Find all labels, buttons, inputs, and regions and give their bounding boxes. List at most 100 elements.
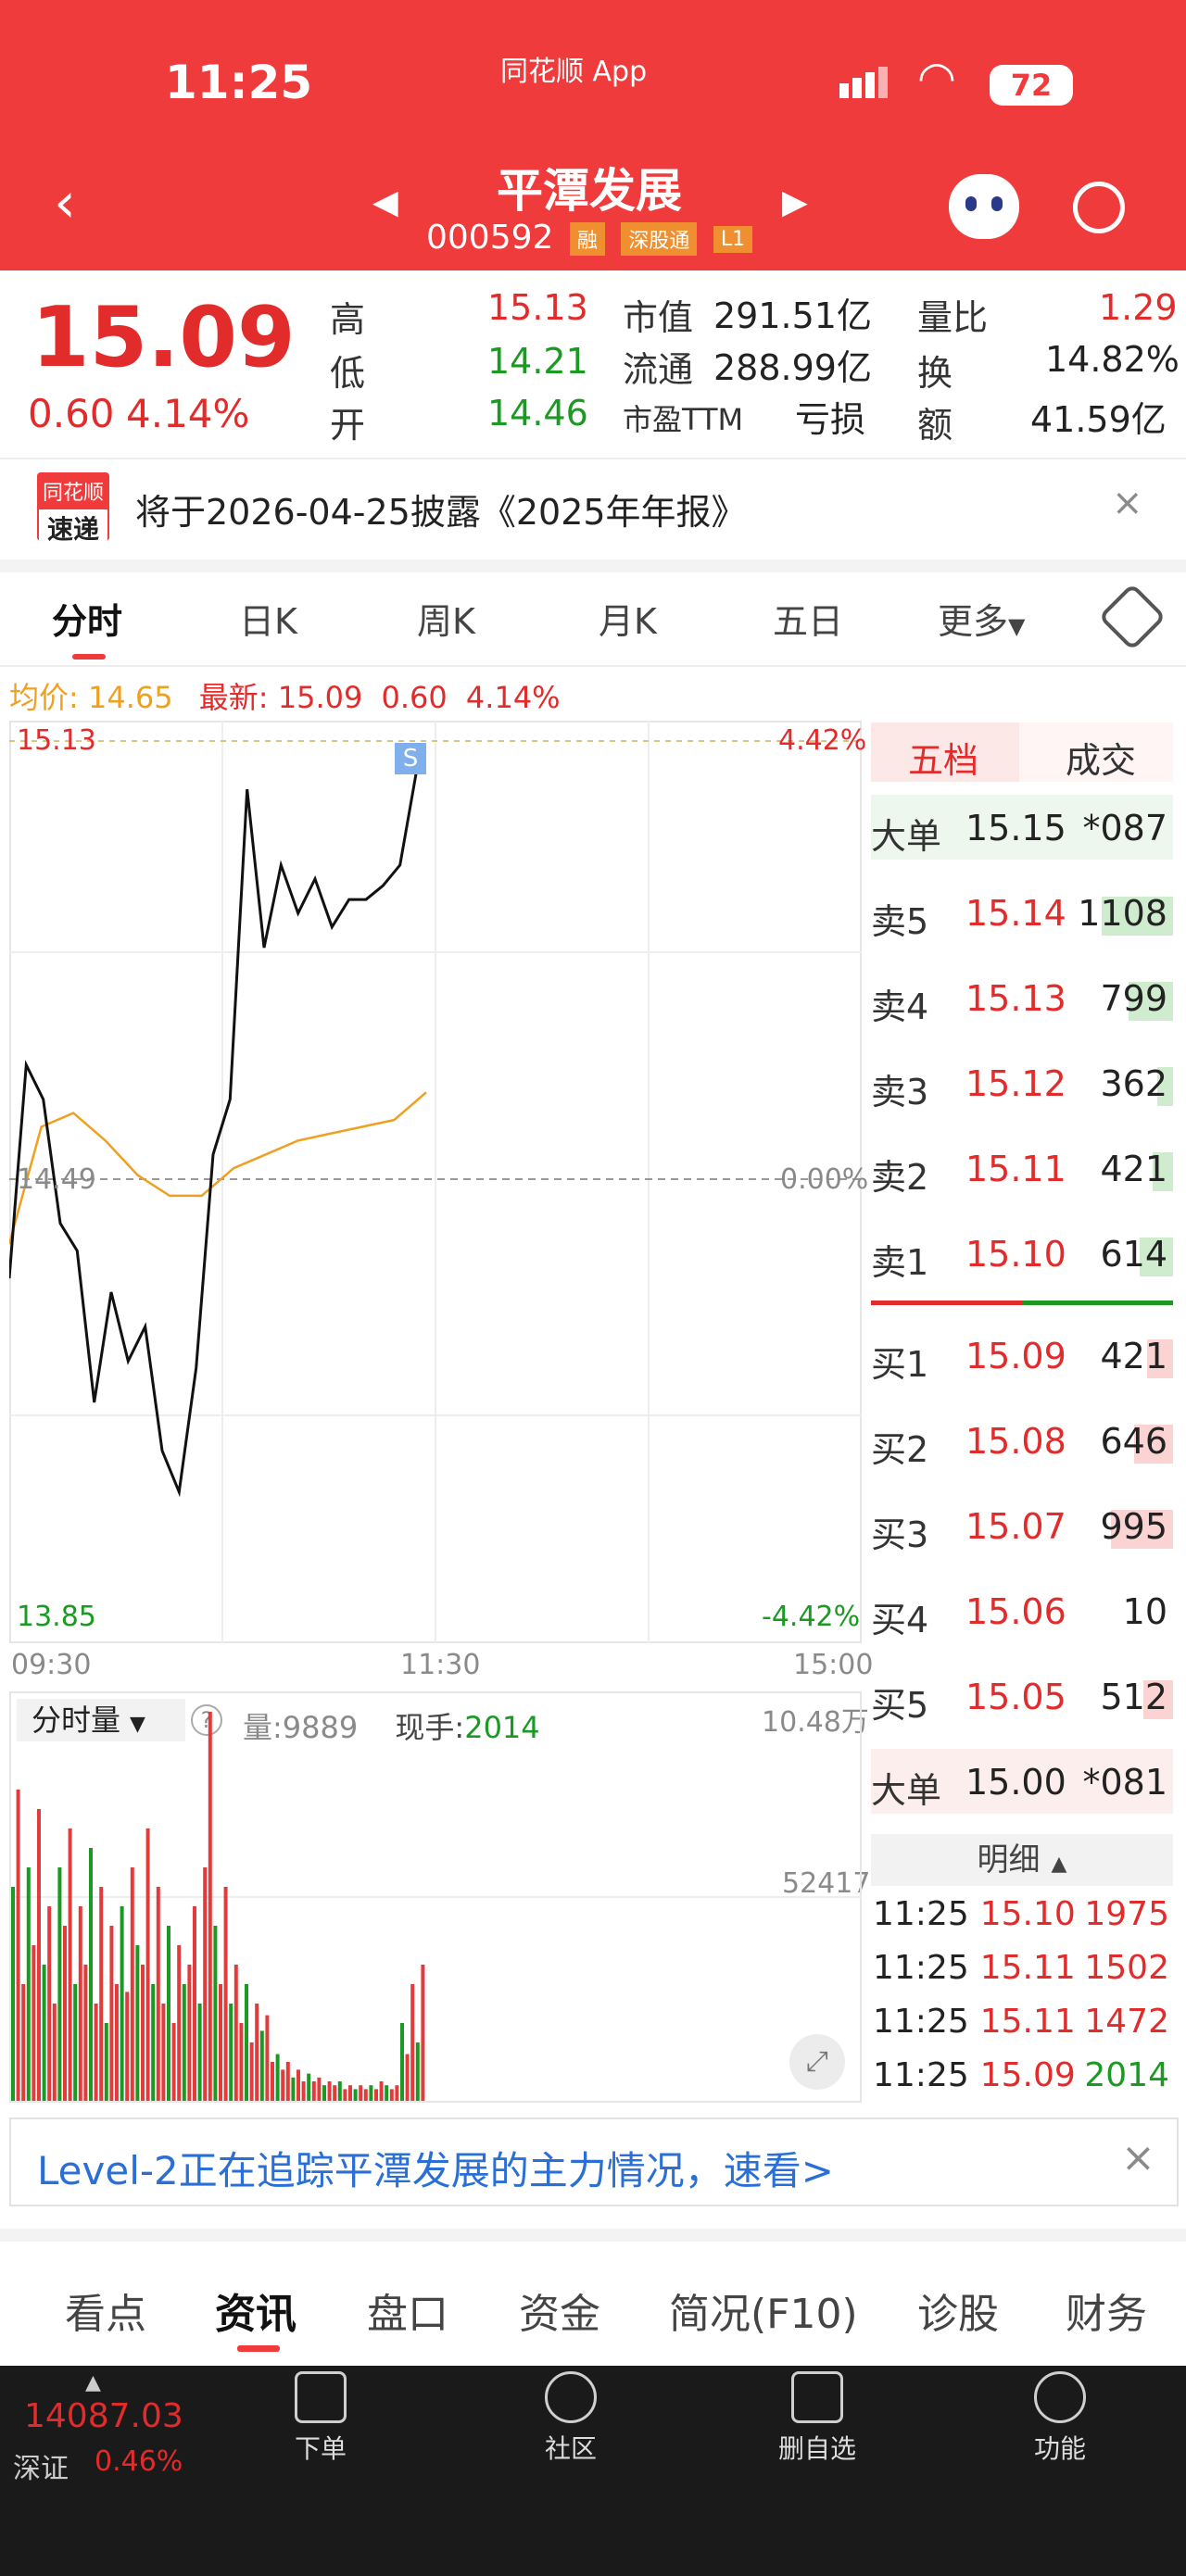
float-value: 288.99亿	[713, 347, 872, 388]
volume-bar	[120, 1906, 124, 2101]
volume-bar	[317, 2077, 322, 2101]
tab-diagnosis[interactable]: 诊股	[917, 2281, 999, 2340]
turnover-value: 14.82%	[1045, 339, 1180, 380]
volume-bar	[239, 2023, 244, 2101]
index-value[interactable]: 14087.03	[24, 2397, 183, 2435]
volume-bar	[26, 1867, 31, 2101]
deal-volume: 1502	[1084, 1949, 1169, 1987]
volume-bar	[400, 2023, 404, 2101]
tab-five-levels[interactable]: 五档	[908, 732, 978, 783]
notice-text[interactable]: 将于2026-04-25披露《2025年年报》	[135, 484, 747, 534]
tab-weekly[interactable]: 周K	[417, 593, 475, 644]
bid-row[interactable]: 买2 15.08 646	[871, 1408, 1173, 1473]
tag-connect: 深股通	[621, 222, 698, 256]
volume-bar	[265, 2015, 270, 2101]
volume-bar	[16, 1790, 20, 2101]
tab-financials[interactable]: 财务	[1066, 2281, 1147, 2340]
close-icon[interactable]: ×	[1112, 482, 1143, 524]
ask-row[interactable]: 卖2 15.11 421	[871, 1136, 1173, 1200]
chevron-up-icon[interactable]: ▲	[85, 2371, 101, 2394]
bid-price: 15.08	[965, 1421, 1066, 1462]
ask-row[interactable]: 卖5 15.14 1108	[871, 880, 1173, 945]
price-line	[9, 768, 419, 1498]
news-logo: 同花顺 速递	[37, 472, 109, 541]
tab-capital[interactable]: 资金	[519, 2281, 600, 2340]
level2-banner[interactable]: Level-2正在追踪平潭发展的主力情况，速看> ×	[9, 2117, 1179, 2206]
ask-price: 15.13	[965, 978, 1066, 1019]
sell-signal-marker[interactable]: S	[395, 743, 426, 774]
volume-bar	[259, 2030, 264, 2101]
stock-code-row: 000592 融 深股通 L1	[426, 219, 753, 257]
bid-label: 买2	[871, 1429, 929, 1470]
deal-row: 11:25 15.11 1472	[873, 2003, 1175, 2041]
ask-price: 15.10	[965, 1234, 1066, 1275]
tab-more[interactable]: 更多▼	[938, 593, 1025, 644]
index-pct: 0.46%	[95, 2445, 183, 2478]
bid-row[interactable]: 买5 15.05 512	[871, 1664, 1173, 1728]
deal-time: 11:25	[873, 1895, 969, 1933]
volume-bar	[203, 1867, 208, 2101]
volume-ratio-label: 量比	[917, 297, 989, 338]
mcap-value: 291.51亿	[713, 295, 872, 336]
intraday-price-chart[interactable]	[9, 721, 862, 1643]
bid-row[interactable]: 买4 15.06 10	[871, 1578, 1173, 1643]
bid-price: 15.05	[965, 1677, 1066, 1717]
tab-orderbook[interactable]: 盘口	[367, 2281, 448, 2340]
y-axis-bottom: 13.85	[17, 1601, 96, 1633]
fullscreen-icon[interactable]: ⤢	[789, 2034, 845, 2090]
next-stock-icon[interactable]: ▶	[782, 183, 808, 221]
volume-bar	[57, 1867, 62, 2101]
tab-five-day[interactable]: 五日	[773, 593, 843, 644]
wifi-icon: ◠	[917, 52, 956, 104]
volume-bar	[343, 2089, 347, 2101]
volume-bar	[187, 1965, 192, 2101]
nav-remove-watchlist[interactable]: 删自选	[743, 2371, 891, 2466]
tab-daily[interactable]: 日K	[239, 593, 297, 644]
ask-label: 卖3	[871, 1072, 929, 1112]
volume-bar	[285, 2062, 290, 2101]
volume-bar	[307, 2073, 311, 2101]
app-label: 同花顺 App	[500, 56, 648, 88]
back-icon[interactable]: ‹	[54, 170, 76, 235]
ask-volume: 421	[1100, 1149, 1167, 1189]
nav-community[interactable]: 社区	[497, 2371, 645, 2466]
settings-icon[interactable]	[1098, 583, 1167, 651]
bid-row[interactable]: 买1 15.09 421	[871, 1323, 1173, 1388]
tab-news[interactable]: 资讯	[215, 2281, 296, 2340]
volume-bar	[177, 1945, 182, 2101]
ask-row[interactable]: 卖3 15.12 362	[871, 1050, 1173, 1115]
volume-bar	[145, 1828, 150, 2101]
pct-axis-mid: 0.00%	[780, 1163, 869, 1196]
tab-monthly[interactable]: 月K	[599, 593, 657, 644]
detail-header[interactable]: 明细 ▲	[871, 1834, 1173, 1886]
tab-intraday[interactable]: 分时	[52, 593, 122, 644]
volume-bar	[63, 1926, 67, 2101]
search-icon[interactable]	[1073, 182, 1125, 233]
ask-row[interactable]: 卖1 15.10 614	[871, 1221, 1173, 1286]
big-order-top: 大单 15.15 *087	[871, 795, 1173, 860]
bid-row[interactable]: 买3 15.07 995	[871, 1493, 1173, 1558]
nav-order[interactable]: 下单	[246, 2371, 395, 2466]
open-label: 开	[330, 405, 366, 446]
volume-bar	[410, 1984, 415, 2101]
tag-level: L1	[713, 225, 753, 253]
volume-bar	[161, 2004, 166, 2101]
volume-bar	[337, 2081, 342, 2101]
ask-row[interactable]: 卖4 15.13 799	[871, 965, 1173, 1030]
volume-bar	[94, 2004, 98, 2101]
volume-bar	[395, 2085, 399, 2101]
big-order-bottom: 大单 15.00 *081	[871, 1749, 1173, 1814]
nav-functions[interactable]: 功能	[986, 2371, 1134, 2466]
deal-time: 11:25	[873, 2003, 969, 2041]
big-order-price: 15.00	[965, 1762, 1066, 1803]
tab-highlights[interactable]: 看点	[65, 2281, 146, 2340]
prev-stock-icon[interactable]: ◀	[372, 183, 398, 221]
tab-transactions[interactable]: 成交	[1066, 732, 1136, 783]
status-time: 11:25	[165, 56, 313, 109]
tab-profile[interactable]: 简况(F10)	[669, 2281, 858, 2340]
signal-icon	[839, 65, 897, 98]
close-icon[interactable]: ×	[1121, 2134, 1155, 2181]
volume-bar	[47, 1906, 52, 2101]
robot-assistant-icon[interactable]	[949, 174, 1019, 239]
bid-volume: 10	[1122, 1591, 1167, 1632]
